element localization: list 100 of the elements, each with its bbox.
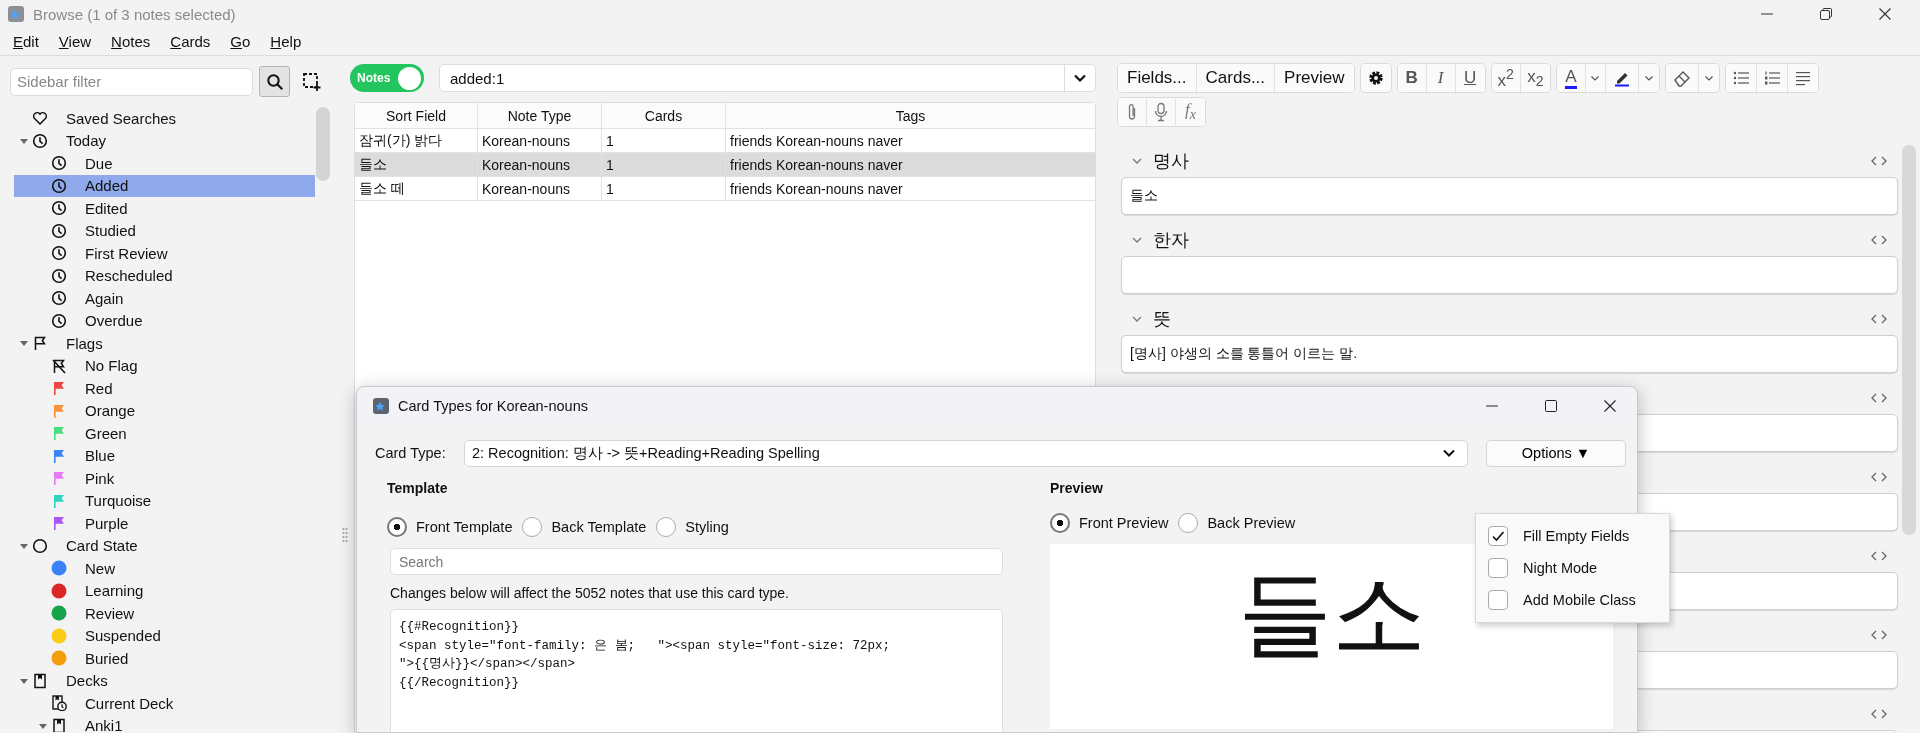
- sidebar-item[interactable]: First Review: [14, 242, 315, 265]
- sidebar-item[interactable]: Pink: [14, 467, 315, 490]
- sidebar-item[interactable]: Anki1: [14, 714, 315, 732]
- menu-item[interactable]: Cards: [170, 33, 211, 50]
- sidebar-item[interactable]: Turquoise: [14, 489, 315, 512]
- code-editor[interactable]: {{#Recognition}} <span style="font-family: 은 봄; "><span style="font-size: 72px; ">{{명사}}</span></span> {{/Recognition}}: [390, 609, 1003, 732]
- sidebar-item[interactable]: Flags: [14, 332, 315, 355]
- sidebar-item[interactable]: Learning: [14, 579, 315, 602]
- field-label: 한자: [1153, 228, 1189, 252]
- bullet-list-button[interactable]: [1725, 64, 1757, 92]
- code-toggle-icon[interactable]: [1870, 707, 1888, 720]
- field-label: 뜻: [1153, 307, 1171, 331]
- section-heading: Template: [387, 480, 449, 498]
- field-input[interactable]: 들소: [1121, 177, 1898, 215]
- checkbox[interactable]: [1488, 558, 1508, 578]
- menu-item[interactable]: Night Mode: [1476, 552, 1669, 584]
- attach-button[interactable]: [1118, 98, 1147, 126]
- field-input[interactable]: [1121, 256, 1898, 294]
- scrollbar-thumb[interactable]: [316, 107, 330, 181]
- code-toggle-icon[interactable]: [1870, 233, 1888, 246]
- column-header[interactable]: Tags: [726, 103, 1095, 128]
- settings-button[interactable]: [1360, 64, 1391, 92]
- menu-item[interactable]: Notes: [111, 33, 151, 50]
- table-cell-text: friends Korean-nouns naver: [729, 155, 904, 175]
- radio-button[interactable]: [1050, 513, 1070, 533]
- card-type-dropdown[interactable]: 2: Recognition: 명사 -> 뜻+Reading+Reading Spelling: [464, 439, 1468, 467]
- sidebar-item[interactable]: Overdue: [14, 309, 315, 332]
- radio-button[interactable]: [656, 517, 677, 537]
- scrollbar-thumb[interactable]: [1902, 145, 1916, 535]
- code-line: ">{{명사}}</span></span>: [399, 656, 577, 674]
- radio-option[interactable]: Styling: [656, 517, 729, 537]
- radio-button[interactable]: [522, 517, 543, 537]
- radio-option[interactable]: Front Preview: [1050, 513, 1169, 533]
- code-toggle-icon[interactable]: [1870, 391, 1888, 404]
- radio-button[interactable]: [1178, 513, 1199, 533]
- radio-option[interactable]: Front Template: [387, 517, 513, 537]
- clock-icon: [51, 267, 67, 284]
- radio-option[interactable]: Back Template: [522, 517, 647, 537]
- menu-item[interactable]: Add Mobile Class: [1476, 584, 1669, 616]
- sidebar-item[interactable]: Added: [14, 174, 315, 197]
- table-row[interactable]: 들소 떼 Korean-nouns 1 friends Korean-nouns naver: [355, 177, 1095, 201]
- sidebar-item[interactable]: No Flag: [14, 354, 315, 377]
- column-header[interactable]: Cards: [602, 103, 726, 128]
- sidebar-item[interactable]: New: [14, 557, 315, 580]
- code-toggle-icon[interactable]: [1870, 628, 1888, 641]
- sidebar-item[interactable]: Decks: [14, 669, 315, 692]
- sidebar-item[interactable]: Edited: [14, 197, 315, 220]
- sidebar-item[interactable]: Blue: [14, 444, 315, 467]
- chevron-down-icon: [1703, 73, 1714, 83]
- sidebar-item[interactable]: Today: [14, 129, 315, 152]
- sidebar-item[interactable]: Green: [14, 422, 315, 445]
- code-toggle-icon[interactable]: [1870, 312, 1888, 325]
- sidebar-item[interactable]: Purple: [14, 512, 315, 535]
- menu-item[interactable]: Edit: [13, 33, 39, 50]
- restore-icon[interactable]: [1819, 7, 1833, 21]
- selection-add-icon[interactable]: [302, 71, 322, 92]
- sidebar-item[interactable]: Review: [14, 602, 315, 625]
- search-field[interactable]: Search: [390, 548, 1003, 575]
- toolbar-button[interactable]: Fields...: [1118, 64, 1197, 92]
- bold-button[interactable]: B: [1397, 64, 1427, 92]
- text-color-button[interactable]: A: [1556, 64, 1586, 92]
- options-button[interactable]: Options ▼: [1486, 439, 1626, 467]
- search-button[interactable]: [259, 66, 290, 97]
- sidebar-item[interactable]: Suspended: [14, 624, 315, 647]
- preview-text: 들소: [1237, 562, 1426, 666]
- menu-item[interactable]: Help: [270, 33, 302, 50]
- checkbox[interactable]: [1488, 526, 1508, 546]
- sidebar-item[interactable]: Orange: [14, 399, 315, 422]
- field-input[interactable]: [명사] 야생의 소를 통틀어 이르는 말.: [1121, 335, 1898, 373]
- maximize-icon[interactable]: [1544, 399, 1558, 413]
- code-toggle-icon[interactable]: [1870, 154, 1888, 167]
- clear-format-button[interactable]: [1665, 64, 1699, 92]
- column-header[interactable]: Sort Field: [355, 103, 478, 128]
- sidebar-item[interactable]: Rescheduled: [14, 264, 315, 287]
- radio-option[interactable]: Back Preview: [1178, 513, 1296, 533]
- radio-button[interactable]: [387, 517, 407, 537]
- sidebar-item[interactable]: Buried: [14, 647, 315, 670]
- code-toggle-icon[interactable]: [1870, 549, 1888, 562]
- menu-item[interactable]: Go: [230, 33, 251, 50]
- close-icon[interactable]: [1878, 7, 1892, 21]
- sidebar-item[interactable]: Due: [14, 152, 315, 175]
- checkbox[interactable]: [1488, 590, 1508, 610]
- table-cell: 1: [602, 129, 726, 152]
- menu-item[interactable]: Fill Empty Fields: [1476, 520, 1669, 552]
- sidebar-item[interactable]: Saved Searches: [14, 107, 315, 130]
- sidebar-item[interactable]: Studied: [14, 219, 315, 242]
- sidebar-item[interactable]: Again: [14, 287, 315, 310]
- sidebar-item[interactable]: Red: [14, 377, 315, 400]
- sidebar-item[interactable]: Card State: [14, 534, 315, 557]
- menu-item[interactable]: View: [58, 33, 92, 50]
- search-field[interactable]: added:1: [439, 64, 1096, 92]
- column-header[interactable]: Note Type: [478, 103, 602, 128]
- table-row[interactable]: 들소 Korean-nouns 1 friends Korean-nouns naver: [355, 153, 1095, 177]
- script-button[interactable]: x$^{2}$: [1491, 64, 1521, 92]
- dialog-title: Card Types for Korean-nouns: [398, 398, 588, 414]
- close-icon[interactable]: [1603, 399, 1617, 413]
- sidebar-item[interactable]: Current Deck: [14, 692, 315, 715]
- grip-icon[interactable]: [342, 527, 348, 543]
- sidebar-filter-field[interactable]: Sidebar filter: [10, 67, 253, 96]
- code-toggle-icon[interactable]: [1870, 470, 1888, 483]
